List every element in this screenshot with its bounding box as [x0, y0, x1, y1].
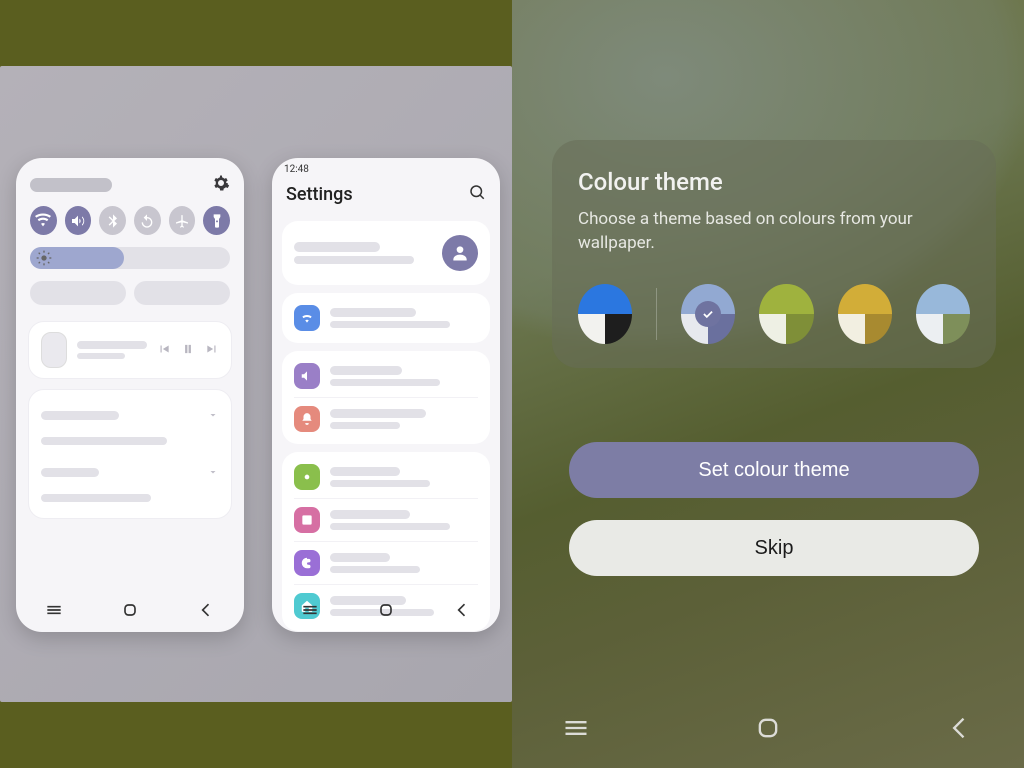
settings-item-wallpaper[interactable]	[282, 499, 490, 541]
nav-back-icon[interactable]	[946, 714, 974, 746]
nav-back-icon[interactable]	[452, 600, 472, 624]
gear-icon[interactable]	[212, 174, 230, 196]
placeholder-text	[77, 353, 125, 359]
preview-settings-phone: 12:48 Settings	[272, 158, 500, 632]
palette-icon	[294, 550, 320, 576]
placeholder-text	[294, 256, 414, 264]
check-icon	[695, 301, 721, 327]
colour-swatch-lavender[interactable]	[681, 284, 735, 344]
nav-home-icon[interactable]	[376, 600, 396, 624]
placeholder-text	[41, 494, 151, 502]
brightness-slider[interactable]	[30, 247, 230, 269]
settings-title: Settings	[286, 184, 353, 205]
placeholder-text	[41, 411, 119, 420]
colour-theme-panel: Colour theme Choose a theme based on col…	[512, 0, 1024, 768]
wifi-icon	[294, 305, 320, 331]
flashlight-toggle-icon[interactable]	[203, 206, 230, 235]
colour-swatch-sky[interactable]	[916, 284, 970, 344]
nav-recents-icon[interactable]	[562, 714, 590, 746]
colour-swatch-wallpaper-default[interactable]	[578, 284, 632, 344]
bell-icon	[294, 406, 320, 432]
nav-bar	[16, 600, 244, 624]
notification-card[interactable]	[28, 389, 232, 519]
colour-swatches-row	[578, 284, 970, 344]
theme-preview-panel: 12:48 Settings	[0, 66, 512, 702]
placeholder-chip	[134, 281, 230, 305]
placeholder-text	[30, 178, 112, 192]
placeholder-text	[77, 341, 147, 349]
bluetooth-toggle-icon[interactable]	[99, 206, 126, 235]
search-icon[interactable]	[468, 183, 486, 205]
media-prev-icon[interactable]	[157, 341, 171, 360]
settings-item-themes[interactable]	[282, 542, 490, 584]
placeholder-text	[294, 242, 380, 252]
quick-settings-row	[30, 206, 230, 235]
preview-quick-panel-phone	[16, 158, 244, 632]
colour-theme-sheet: Colour theme Choose a theme based on col…	[552, 140, 996, 368]
placeholder-text	[41, 437, 167, 445]
chevron-down-icon[interactable]	[207, 463, 219, 482]
skip-button[interactable]: Skip	[569, 520, 979, 576]
nav-home-icon[interactable]	[120, 600, 140, 624]
nav-recents-icon[interactable]	[44, 600, 64, 624]
colour-theme-subtitle: Choose a theme based on colours from you…	[578, 208, 970, 256]
colour-swatch-mustard[interactable]	[838, 284, 892, 344]
media-player-card[interactable]	[28, 321, 232, 379]
colour-theme-title: Colour theme	[578, 168, 970, 196]
nav-bar	[272, 600, 500, 624]
sound-toggle-icon[interactable]	[65, 206, 92, 235]
media-thumbnail	[41, 332, 67, 368]
colour-swatch-lime[interactable]	[759, 284, 813, 344]
nav-back-icon[interactable]	[196, 600, 216, 624]
settings-item-notifications[interactable]	[282, 398, 490, 440]
account-avatar-icon[interactable]	[442, 235, 478, 271]
media-pause-icon[interactable]	[181, 341, 195, 360]
placeholder-text	[41, 468, 99, 477]
nav-home-icon[interactable]	[754, 714, 782, 746]
airplane-toggle-icon[interactable]	[169, 206, 196, 235]
nav-recents-icon[interactable]	[300, 600, 320, 624]
sound-icon	[294, 363, 320, 389]
swatch-divider	[656, 288, 657, 340]
settings-item-connections[interactable]	[282, 297, 490, 339]
set-colour-theme-button[interactable]: Set colour theme	[569, 442, 979, 498]
sun-icon	[294, 464, 320, 490]
wifi-toggle-icon[interactable]	[30, 206, 57, 235]
status-bar-time: 12:48	[272, 158, 500, 175]
system-nav-bar	[562, 714, 974, 746]
chevron-down-icon[interactable]	[207, 406, 219, 425]
settings-item-sound[interactable]	[282, 355, 490, 397]
media-next-icon[interactable]	[205, 341, 219, 360]
settings-item-display[interactable]	[282, 456, 490, 498]
brightness-icon	[36, 250, 52, 266]
autorotate-toggle-icon[interactable]	[134, 206, 161, 235]
placeholder-chip	[30, 281, 126, 305]
image-icon	[294, 507, 320, 533]
